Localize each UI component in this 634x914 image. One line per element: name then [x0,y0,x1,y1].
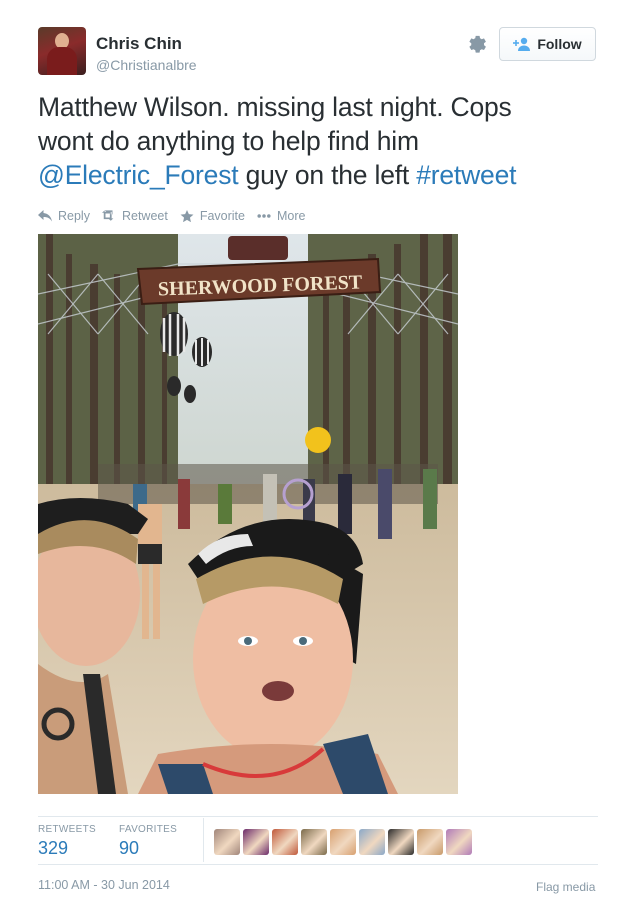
favorite-star-icon [180,210,194,222]
favorites-label: FAVORITES [119,824,178,835]
author-name[interactable]: Chris Chin [96,34,182,54]
photo-illustration: SHERWOOD FOREST [38,234,458,794]
tweet-actions: Reply Retweet Favorite More [38,207,305,225]
more-dots-icon [257,214,271,218]
tweet-text: Matthew Wilson. missing last night. Cops… [38,90,598,192]
favoriter-avatar[interactable] [446,829,472,855]
hashtag-link[interactable]: #retweet [416,160,516,190]
favoriter-avatar[interactable] [301,829,327,855]
tweet-line-1: Matthew Wilson. missing last night. Cops [38,92,512,122]
retweets-count[interactable]: 329 [38,838,68,859]
gear-icon[interactable] [466,32,488,54]
reply-button[interactable]: Reply [38,209,90,223]
avatar-robe [47,47,77,75]
favoriter-avatars [214,829,472,855]
stats-top-divider [38,816,598,817]
tweet-photo[interactable]: SHERWOOD FOREST [38,234,458,794]
favoriter-avatar[interactable] [417,829,443,855]
reply-icon [38,210,52,222]
tweet-line-2: wont do anything to help find him [38,126,419,156]
favoriter-avatar[interactable] [272,829,298,855]
favoriter-avatar[interactable] [330,829,356,855]
favoriter-avatar[interactable] [243,829,269,855]
mention-link[interactable]: @Electric_Forest [38,160,239,190]
author-handle[interactable]: @Christianalbre [96,57,197,73]
follow-label: Follow [537,36,582,52]
avatar[interactable] [38,27,86,75]
stats-divider [203,818,204,862]
more-label: More [276,209,306,223]
favorite-button[interactable]: Favorite [180,209,245,223]
favoriter-avatar[interactable] [214,829,240,855]
favoriter-avatar[interactable] [359,829,385,855]
tweet-middle-text: guy on the left [238,160,417,190]
retweet-button[interactable]: Retweet [101,209,168,223]
stats-bottom-divider [38,864,598,865]
more-button[interactable]: More [257,209,305,223]
favorites-count[interactable]: 90 [119,838,139,859]
tweet-timestamp[interactable]: 11:00 AM - 30 Jun 2014 [38,878,170,892]
favoriter-avatar[interactable] [388,829,414,855]
follow-button[interactable]: Follow [499,27,596,61]
retweet-label: Retweet [121,209,168,223]
retweet-icon [101,210,114,221]
follow-person-icon [513,37,531,51]
retweets-label: RETWEETS [38,824,96,835]
flag-media-link[interactable]: Flag media [536,880,595,894]
reply-label: Reply [58,209,90,223]
favorite-label: Favorite [199,209,245,223]
